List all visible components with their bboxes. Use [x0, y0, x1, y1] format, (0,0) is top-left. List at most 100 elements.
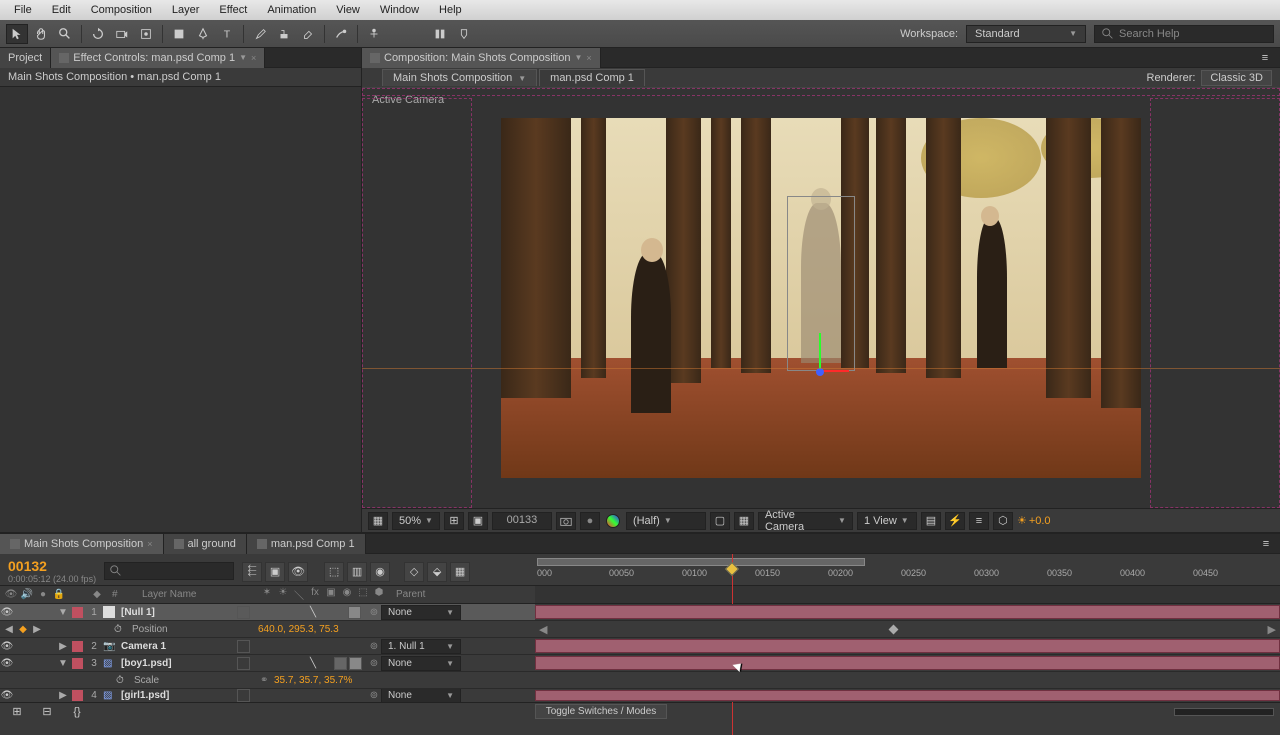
hand-tool[interactable] — [30, 24, 52, 44]
roi-button[interactable]: ▢ — [710, 512, 730, 530]
menu-effect[interactable]: Effect — [209, 2, 257, 18]
layer-name-column-header[interactable]: Layer Name — [138, 589, 258, 600]
draft-3d-button[interactable]: ▣ — [265, 562, 285, 582]
parent-dropdown[interactable]: None▼ — [381, 689, 461, 702]
pickwhip-icon[interactable]: ⊚ — [367, 690, 381, 701]
timeline-ruler[interactable]: 000 00050 00100 00150 00200 00250 00300 … — [535, 554, 1280, 585]
motion-blur-button[interactable]: ▥ — [347, 562, 367, 582]
property-row[interactable]: ◀ ◆ ▶ ⏱ Position 640.0, 295.3, 75.3 ◀ ▶ — [0, 621, 1280, 638]
toggle-switches-modes-button[interactable]: Toggle Switches / Modes — [535, 704, 668, 719]
menu-window[interactable]: Window — [370, 2, 429, 18]
number-column-header[interactable]: # — [106, 589, 136, 600]
work-area-bar[interactable] — [537, 558, 865, 566]
timeline-tab-man[interactable]: man.psd Comp 1 — [247, 534, 366, 554]
timeline-zoom-slider[interactable] — [1174, 708, 1274, 716]
stopwatch-icon[interactable]: ⏱ — [114, 624, 128, 635]
render-queue-button[interactable]: ▦ — [450, 562, 470, 582]
transparency-grid-button[interactable]: ▦ — [734, 512, 754, 530]
workspace-dropdown[interactable]: Standard▼ — [966, 25, 1086, 43]
parent-column-header[interactable]: Parent — [392, 589, 502, 600]
exposure-reset-icon[interactable]: ☀ — [1017, 514, 1027, 527]
menu-view[interactable]: View — [326, 2, 370, 18]
flowchart-button[interactable]: ⬡ — [993, 512, 1013, 530]
pickwhip-icon[interactable]: ⊚ — [367, 641, 381, 652]
always-preview-button[interactable]: ▦ — [368, 512, 388, 530]
lock-column-icon[interactable]: 🔒 — [52, 589, 66, 600]
twirl-icon[interactable]: ▶ — [56, 641, 70, 652]
parent-dropdown[interactable]: 1. Null 1▼ — [381, 639, 461, 654]
layer-row[interactable]: 👁 ▼ 3 ▨ [boy1.psd] ╲ ⊚ None▼ — [0, 655, 1280, 672]
label-color[interactable] — [72, 658, 83, 669]
graph-editor-button[interactable]: ⬙ — [427, 562, 447, 582]
property-value[interactable]: 640.0, 295.3, 75.3 — [258, 624, 398, 635]
timeline-search-input[interactable] — [104, 562, 234, 580]
puppet-tool[interactable] — [363, 24, 385, 44]
selection-tool[interactable] — [6, 24, 28, 44]
next-keyframe-icon[interactable]: ▶ — [30, 624, 44, 635]
twirl-icon[interactable]: ▼ — [56, 658, 70, 669]
visibility-toggle[interactable]: 👁 — [0, 641, 14, 652]
search-help-input[interactable]: Search Help — [1094, 25, 1274, 43]
view-layout-dropdown[interactable]: 1 View▼ — [857, 512, 917, 530]
comp-mini-flowchart-button[interactable]: ⬱ — [242, 562, 262, 582]
brainstorm-button[interactable]: ◉ — [370, 562, 390, 582]
layer-name[interactable]: [Null 1] — [119, 607, 237, 618]
visibility-toggle[interactable]: 👁 — [0, 607, 14, 618]
label-color[interactable] — [72, 641, 83, 652]
menu-help[interactable]: Help — [429, 2, 472, 18]
timeline-tab-main[interactable]: Main Shots Composition× — [0, 534, 164, 554]
twirl-icon[interactable]: ▼ — [56, 607, 70, 618]
resolution-dropdown[interactable]: (Half)▼ — [626, 512, 706, 530]
composition-tab[interactable]: Composition: Main Shots Composition ▼ × — [362, 48, 601, 68]
roto-brush-tool[interactable] — [330, 24, 352, 44]
keyframe-toggle-icon[interactable]: ◆ — [16, 624, 30, 635]
toggle-switches-icon-1[interactable]: ⊞ — [6, 702, 28, 722]
comp-subtab-man[interactable]: man.psd Comp 1 — [539, 69, 645, 86]
3d-view-dropdown[interactable]: Active Camera▼ — [758, 512, 853, 530]
text-tool[interactable]: T — [216, 24, 238, 44]
twirl-icon[interactable]: ▶ — [56, 690, 70, 701]
pan-behind-tool[interactable] — [135, 24, 157, 44]
audio-column-icon[interactable]: 🔊 — [20, 589, 34, 600]
current-time-input[interactable]: 00133 — [492, 512, 552, 530]
property-value[interactable]: 35.7, 35.7, 35.7% — [274, 675, 414, 686]
label-color[interactable] — [72, 690, 83, 701]
snapshot-button[interactable] — [556, 512, 576, 530]
eraser-tool[interactable] — [297, 24, 319, 44]
visibility-toggle[interactable]: 👁 — [0, 658, 14, 669]
pixel-aspect-button[interactable]: ▤ — [921, 512, 941, 530]
prev-keyframe-icon[interactable]: ◀ — [2, 624, 16, 635]
menu-edit[interactable]: Edit — [42, 2, 81, 18]
snap-options[interactable] — [453, 24, 475, 44]
close-icon[interactable]: × — [251, 53, 256, 63]
pen-tool[interactable] — [192, 24, 214, 44]
stopwatch-icon[interactable]: ⏱ — [116, 675, 130, 686]
menu-composition[interactable]: Composition — [81, 2, 162, 18]
zoom-dropdown[interactable]: 50%▼ — [392, 512, 440, 530]
layer-row[interactable]: 👁 ▶ 2 📷 Camera 1 ⊚ 1. Null 1▼ — [0, 638, 1280, 655]
parent-dropdown[interactable]: None▼ — [381, 656, 461, 671]
shy-button[interactable]: 👁 — [288, 562, 308, 582]
exposure-value[interactable]: +0.0 — [1029, 515, 1051, 527]
parent-dropdown[interactable]: None▼ — [381, 605, 461, 620]
brush-tool[interactable] — [249, 24, 271, 44]
auto-keyframe-button[interactable]: ◇ — [404, 562, 424, 582]
title-safe-button[interactable]: ⊞ — [444, 512, 464, 530]
timeline-timecode[interactable]: 00132 — [8, 558, 47, 574]
layer-name[interactable]: [boy1.psd] — [119, 658, 237, 669]
panel-resize-handle[interactable] — [354, 68, 360, 530]
menu-animation[interactable]: Animation — [257, 2, 326, 18]
solo-column-icon[interactable]: ● — [36, 589, 50, 600]
menu-layer[interactable]: Layer — [162, 2, 210, 18]
close-icon[interactable]: × — [586, 53, 591, 63]
layer-name[interactable]: [girl1.psd] — [119, 690, 237, 701]
composition-viewport[interactable]: Active Camera — [362, 88, 1280, 508]
layer-row[interactable]: 👁 ▶ 4 ▨ [girl1.psd] ⊚ None▼ — [0, 689, 1280, 702]
visibility-toggle[interactable]: 👁 — [0, 690, 14, 701]
rotation-tool[interactable] — [87, 24, 109, 44]
layer-name[interactable]: Camera 1 — [119, 641, 237, 652]
zoom-tool[interactable] — [54, 24, 76, 44]
toggle-switches-icon-3[interactable]: {} — [66, 702, 88, 722]
property-row[interactable]: ⏱ Scale ⚭ 35.7, 35.7, 35.7% — [0, 672, 1280, 689]
fast-previews-button[interactable]: ⚡ — [945, 512, 965, 530]
